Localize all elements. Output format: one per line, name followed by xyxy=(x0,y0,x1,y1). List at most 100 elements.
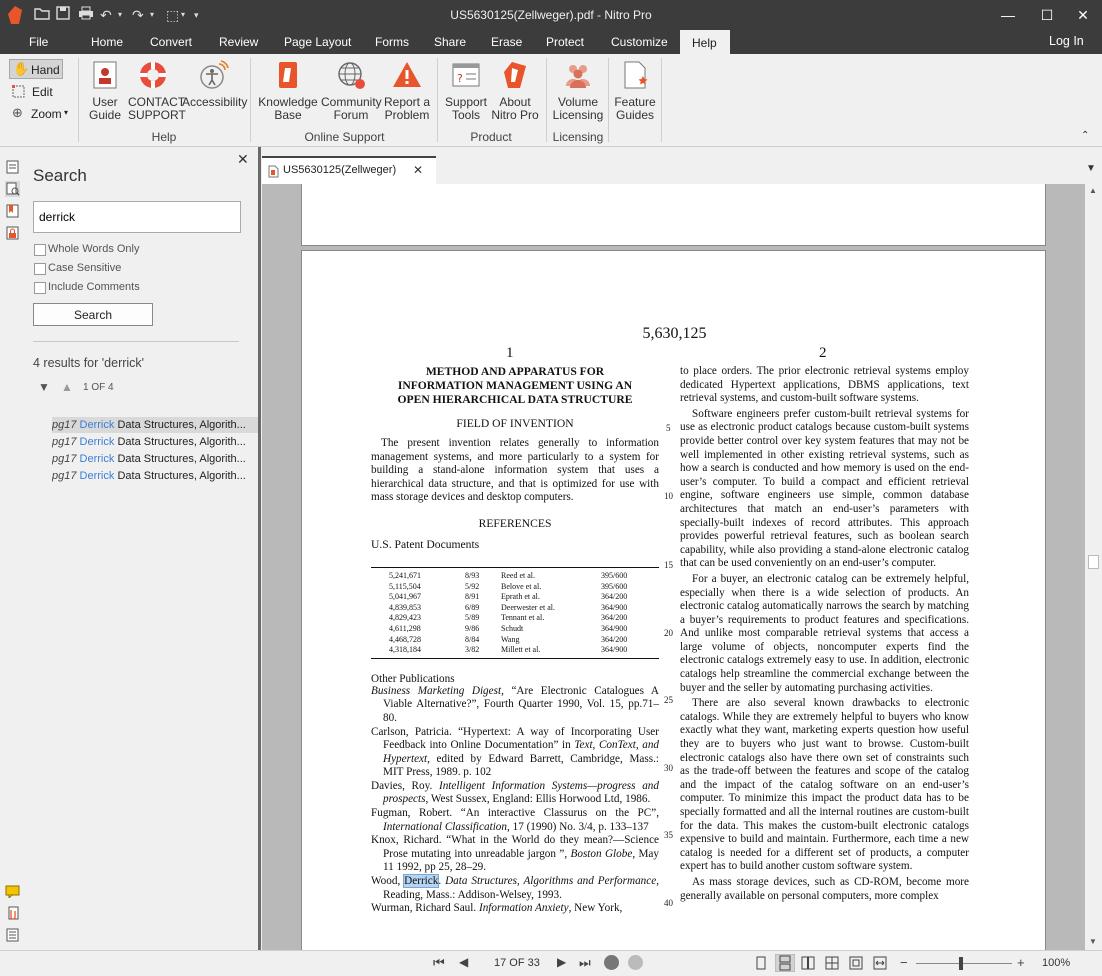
support-tools-icon: ? xyxy=(452,63,480,87)
search-highlight[interactable]: Derrick xyxy=(403,874,440,889)
output-panel-icon[interactable] xyxy=(6,928,19,942)
forward-view-button[interactable] xyxy=(628,955,643,970)
attachments-panel-icon[interactable] xyxy=(6,906,19,920)
comments-panel-icon[interactable] xyxy=(5,885,20,898)
search-panel-icon[interactable] xyxy=(5,181,20,197)
tab-home[interactable]: Home xyxy=(91,35,123,49)
feature-guides-button[interactable]: Feature Guides xyxy=(612,60,658,122)
tab-erase[interactable]: Erase xyxy=(491,35,522,49)
case-sensitive-label: Case Sensitive xyxy=(48,262,122,274)
facing-continuous-view-icon[interactable] xyxy=(825,956,839,970)
lifebuoy-icon xyxy=(140,62,166,88)
case-sensitive-checkbox[interactable] xyxy=(34,263,46,275)
accessibility-button[interactable]: Accessibility xyxy=(182,60,248,109)
tab-protect[interactable]: Protect xyxy=(546,35,584,49)
fit-width-icon[interactable] xyxy=(873,956,887,970)
scroll-thumb[interactable] xyxy=(1088,555,1099,569)
document-tab[interactable]: US5630125(Zellweger) ✕ xyxy=(262,156,436,184)
body-paragraph: to place orders. The prior electronic re… xyxy=(680,365,969,405)
user-guide-button[interactable]: User Guide xyxy=(84,60,126,122)
pages-panel-icon[interactable] xyxy=(6,160,19,174)
last-page-icon[interactable]: ⏭ xyxy=(579,955,591,971)
tab-file[interactable]: File xyxy=(29,35,48,49)
search-result-item[interactable]: pg17 Derrick Data Structures, Algorith..… xyxy=(52,451,258,467)
scroll-down-icon[interactable]: ▼ xyxy=(1089,937,1097,946)
search-panel-title: Search xyxy=(33,166,87,185)
maximize-icon[interactable]: ☐ xyxy=(1037,5,1057,25)
reference-entry: Fugman, Robert. “An interactive Classuru… xyxy=(371,807,659,833)
tab-convert[interactable]: Convert xyxy=(150,35,192,49)
support-tools-button[interactable]: ? Support Tools xyxy=(442,60,490,122)
close-window-icon[interactable]: ✕ xyxy=(1073,5,1093,25)
first-page-icon[interactable]: ⏮ xyxy=(433,955,445,971)
whole-words-checkbox[interactable] xyxy=(34,244,46,256)
zoom-out-icon[interactable]: − xyxy=(900,955,908,970)
next-result-icon[interactable]: ▼ xyxy=(38,380,50,394)
collapse-ribbon-icon[interactable]: ⌃ xyxy=(1081,130,1089,141)
tab-page-layout[interactable]: Page Layout xyxy=(284,35,351,49)
close-panel-icon[interactable]: ✕ xyxy=(237,151,249,168)
fit-page-icon[interactable] xyxy=(849,956,863,970)
close-tab-icon[interactable]: ✕ xyxy=(413,163,423,177)
about-label-2: Nitro Pro xyxy=(491,108,539,122)
tab-forms[interactable]: Forms xyxy=(375,35,409,49)
search-result-item[interactable]: pg17 Derrick Data Structures, Algorith..… xyxy=(52,434,258,450)
hand-tool-button[interactable]: ✋ Hand xyxy=(9,59,63,79)
tab-customize[interactable]: Customize xyxy=(611,35,668,49)
patent-cell: 5,241,671 xyxy=(389,570,421,580)
search-button[interactable]: Search xyxy=(33,303,153,326)
edit-tool-button[interactable]: Edit xyxy=(10,83,64,101)
accessibility-label: Accessibility xyxy=(182,95,248,109)
zoom-dropdown-icon: ▾ xyxy=(64,108,69,117)
vertical-scrollbar[interactable]: ▲ ▼ xyxy=(1085,184,1102,950)
other-pubs-heading: Other Publications xyxy=(371,672,455,685)
scroll-up-icon[interactable]: ▲ xyxy=(1089,186,1097,195)
zoom-tool-button[interactable]: ⊕ Zoom ▾ xyxy=(10,105,74,123)
result-position: 1 OF 4 xyxy=(83,382,114,393)
tab-help[interactable]: Help xyxy=(680,30,730,54)
tab-review[interactable]: Review xyxy=(219,35,258,49)
patent-cell: 8/91 xyxy=(465,592,480,602)
patent-row: 5,041,967 8/91 Eprath et al. 364/200 xyxy=(389,592,639,603)
knowledge-base-button[interactable]: Knowledge Base xyxy=(257,60,319,122)
zoom-slider-thumb[interactable] xyxy=(959,957,964,970)
next-page-icon[interactable]: ▶ xyxy=(557,955,566,969)
back-view-button[interactable] xyxy=(604,955,619,970)
zoom-percentage[interactable]: 100% xyxy=(1042,957,1070,969)
reference-entry: Knox, Richard. “What in the World do the… xyxy=(371,834,659,874)
zoom-in-icon[interactable]: + xyxy=(1017,955,1025,970)
svg-text:?: ? xyxy=(457,72,463,85)
patent-cell: 6/89 xyxy=(465,602,480,612)
tab-list-dropdown-icon[interactable]: ▼ xyxy=(1086,163,1096,174)
patent-row: 4,611,298 9/86 Schudt 364/900 xyxy=(389,624,639,635)
page-indicator[interactable]: 17 OF 33 xyxy=(494,957,540,969)
about-nitro-button[interactable]: About Nitro Pro xyxy=(490,60,540,122)
volume-licensing-button[interactable]: Volume Licensing xyxy=(551,60,605,122)
search-result-item[interactable]: pg17 Derrick Data Structures, Algorith..… xyxy=(52,468,258,484)
search-result-item[interactable]: pg17 Derrick Data Structures, Algorith..… xyxy=(52,417,258,433)
reference-entry: Davies, Roy. Intelligent Information Sys… xyxy=(371,779,659,806)
include-comments-checkbox[interactable] xyxy=(34,282,46,294)
previous-result-icon[interactable]: ▲ xyxy=(61,380,73,394)
continuous-view-icon[interactable] xyxy=(775,954,795,972)
page-viewport[interactable]: 5,630,125 1 2 METHOD AND APPARATUS FOR I… xyxy=(262,184,1085,950)
community-forum-button[interactable]: Community Forum xyxy=(321,60,382,122)
previous-page-icon[interactable]: ◀ xyxy=(459,955,468,969)
previous-page xyxy=(301,184,1046,246)
tab-share[interactable]: Share xyxy=(434,35,466,49)
pdf-page: 5,630,125 1 2 METHOD AND APPARATUS FOR I… xyxy=(301,250,1046,950)
single-page-view-icon[interactable] xyxy=(754,956,768,970)
patent-cell: 8/93 xyxy=(465,570,480,580)
line-number: 5 xyxy=(666,423,671,433)
contact-support-button[interactable]: CONTACT SUPPORT xyxy=(128,60,186,122)
bookmarks-panel-icon[interactable] xyxy=(6,204,19,218)
security-panel-icon[interactable] xyxy=(6,226,19,240)
search-input[interactable] xyxy=(33,201,241,233)
report-problem-button[interactable]: Report a Problem xyxy=(382,60,432,122)
login-link[interactable]: Log In xyxy=(1049,34,1084,48)
patent-row: 4,839,853 6/89 Deerwester et al. 364/900 xyxy=(389,603,639,614)
minimize-icon[interactable]: — xyxy=(998,5,1018,25)
zoom-slider[interactable] xyxy=(916,963,1012,964)
title-line: INFORMATION MANAGEMENT USING AN xyxy=(397,379,633,392)
facing-view-icon[interactable] xyxy=(801,956,815,970)
